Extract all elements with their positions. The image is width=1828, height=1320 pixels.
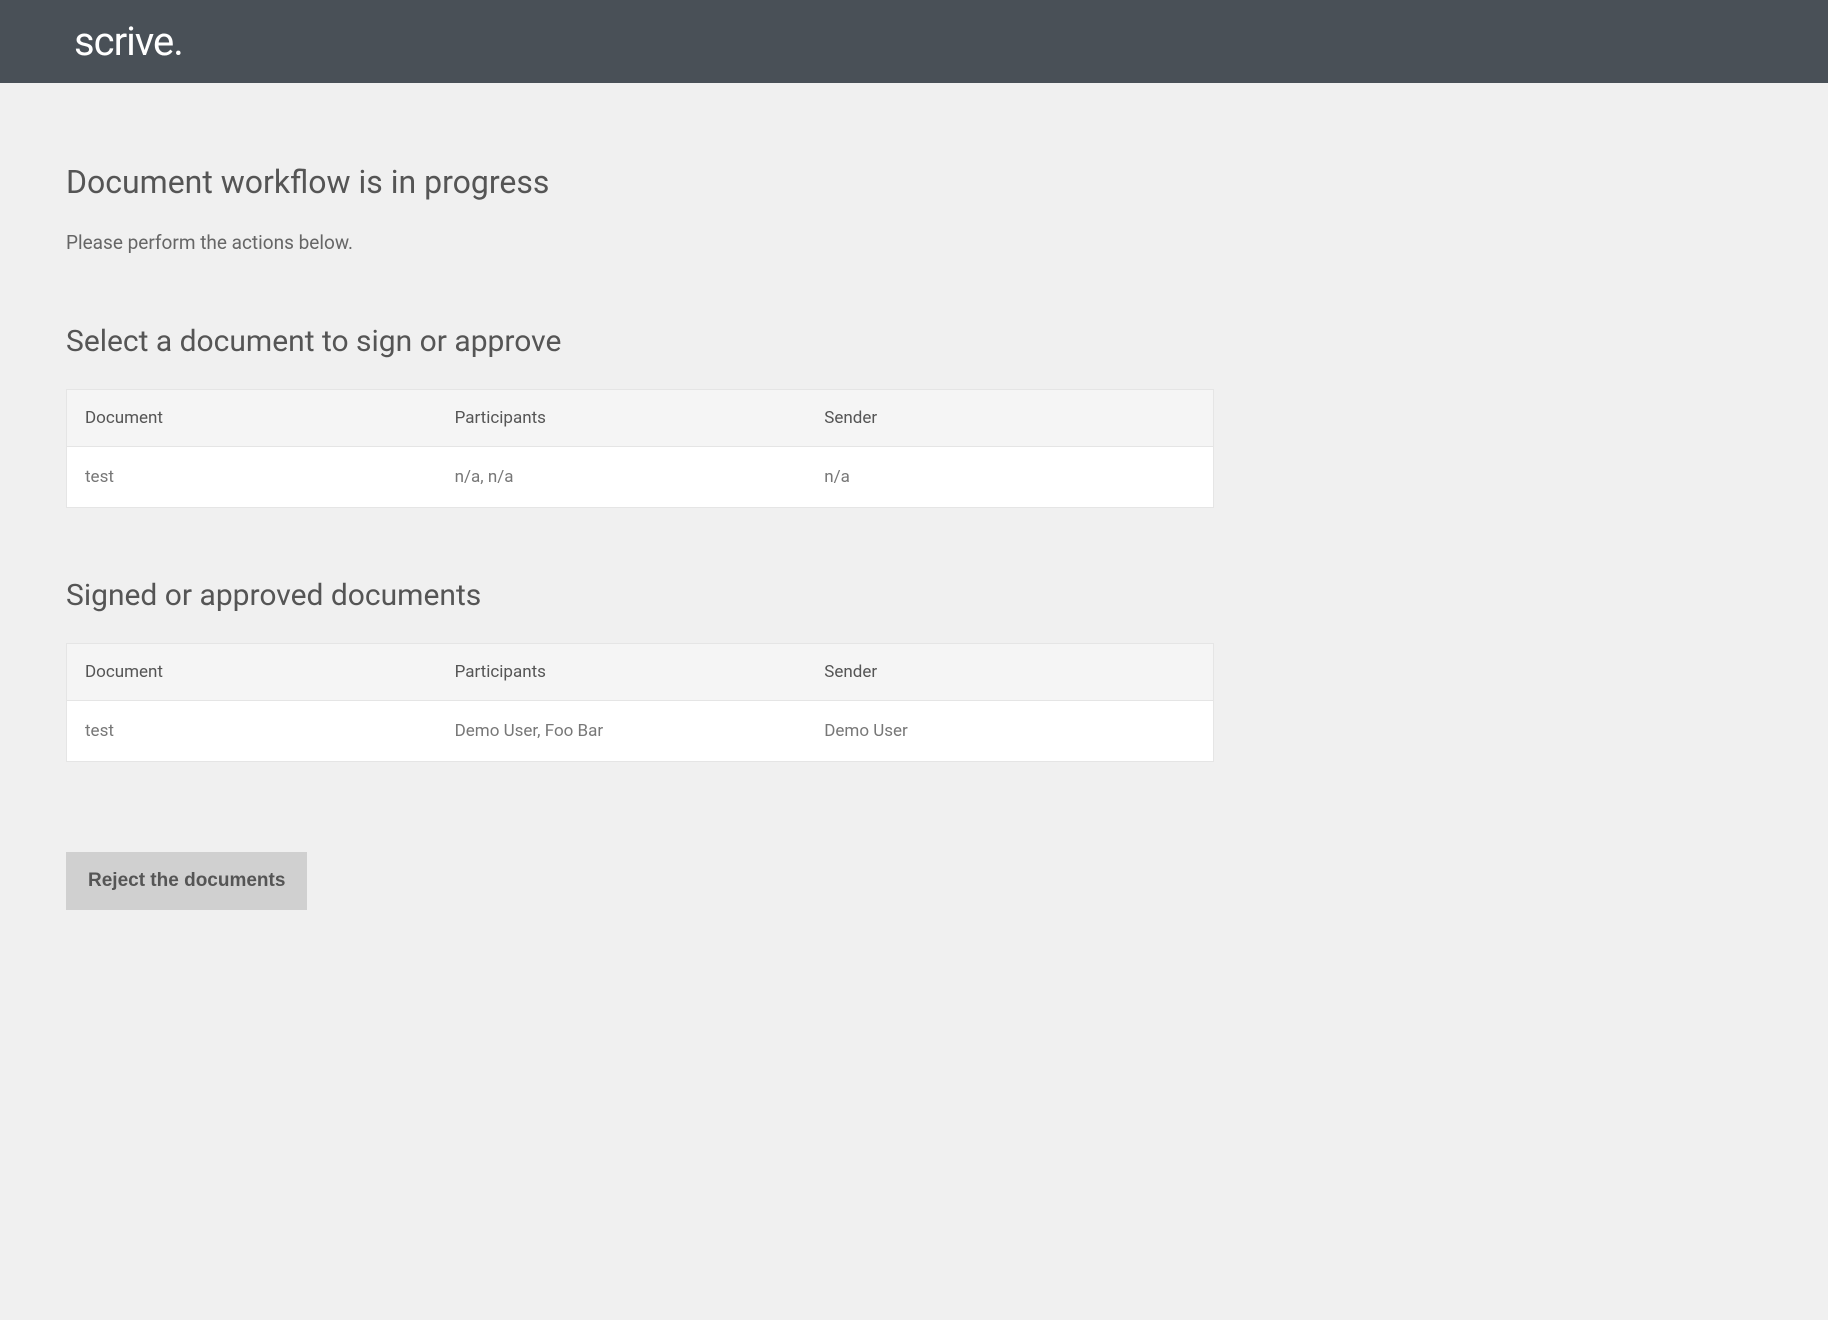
signed-documents-table: Document Participants Sender test Demo U…: [66, 643, 1214, 762]
table-header: Document Participants Sender: [67, 390, 1213, 447]
cell-document: test: [85, 721, 455, 741]
column-header-sender: Sender: [824, 662, 1194, 682]
column-header-participants: Participants: [455, 408, 825, 428]
cell-sender: Demo User: [824, 721, 1194, 741]
app-header: scrive.: [0, 0, 1828, 83]
pending-documents-table: Document Participants Sender test n/a, n…: [66, 389, 1214, 508]
signed-section-title: Signed or approved documents: [66, 578, 1214, 613]
reject-button[interactable]: Reject the documents: [66, 852, 307, 910]
table-row[interactable]: test Demo User, Foo Bar Demo User: [67, 701, 1213, 761]
column-header-participants: Participants: [455, 662, 825, 682]
table-row[interactable]: test n/a, n/a n/a: [67, 447, 1213, 507]
cell-participants: Demo User, Foo Bar: [455, 721, 825, 741]
table-header: Document Participants Sender: [67, 644, 1213, 701]
pending-section-title: Select a document to sign or approve: [66, 324, 1214, 359]
page-subtitle: Please perform the actions below.: [66, 231, 1214, 254]
column-header-sender: Sender: [824, 408, 1194, 428]
cell-participants: n/a, n/a: [455, 467, 825, 487]
main-content: Document workflow is in progress Please …: [0, 83, 1280, 950]
column-header-document: Document: [85, 408, 455, 428]
cell-sender: n/a: [824, 467, 1194, 487]
logo: scrive.: [74, 18, 183, 65]
cell-document: test: [85, 467, 455, 487]
column-header-document: Document: [85, 662, 455, 682]
page-title: Document workflow is in progress: [66, 163, 1214, 201]
